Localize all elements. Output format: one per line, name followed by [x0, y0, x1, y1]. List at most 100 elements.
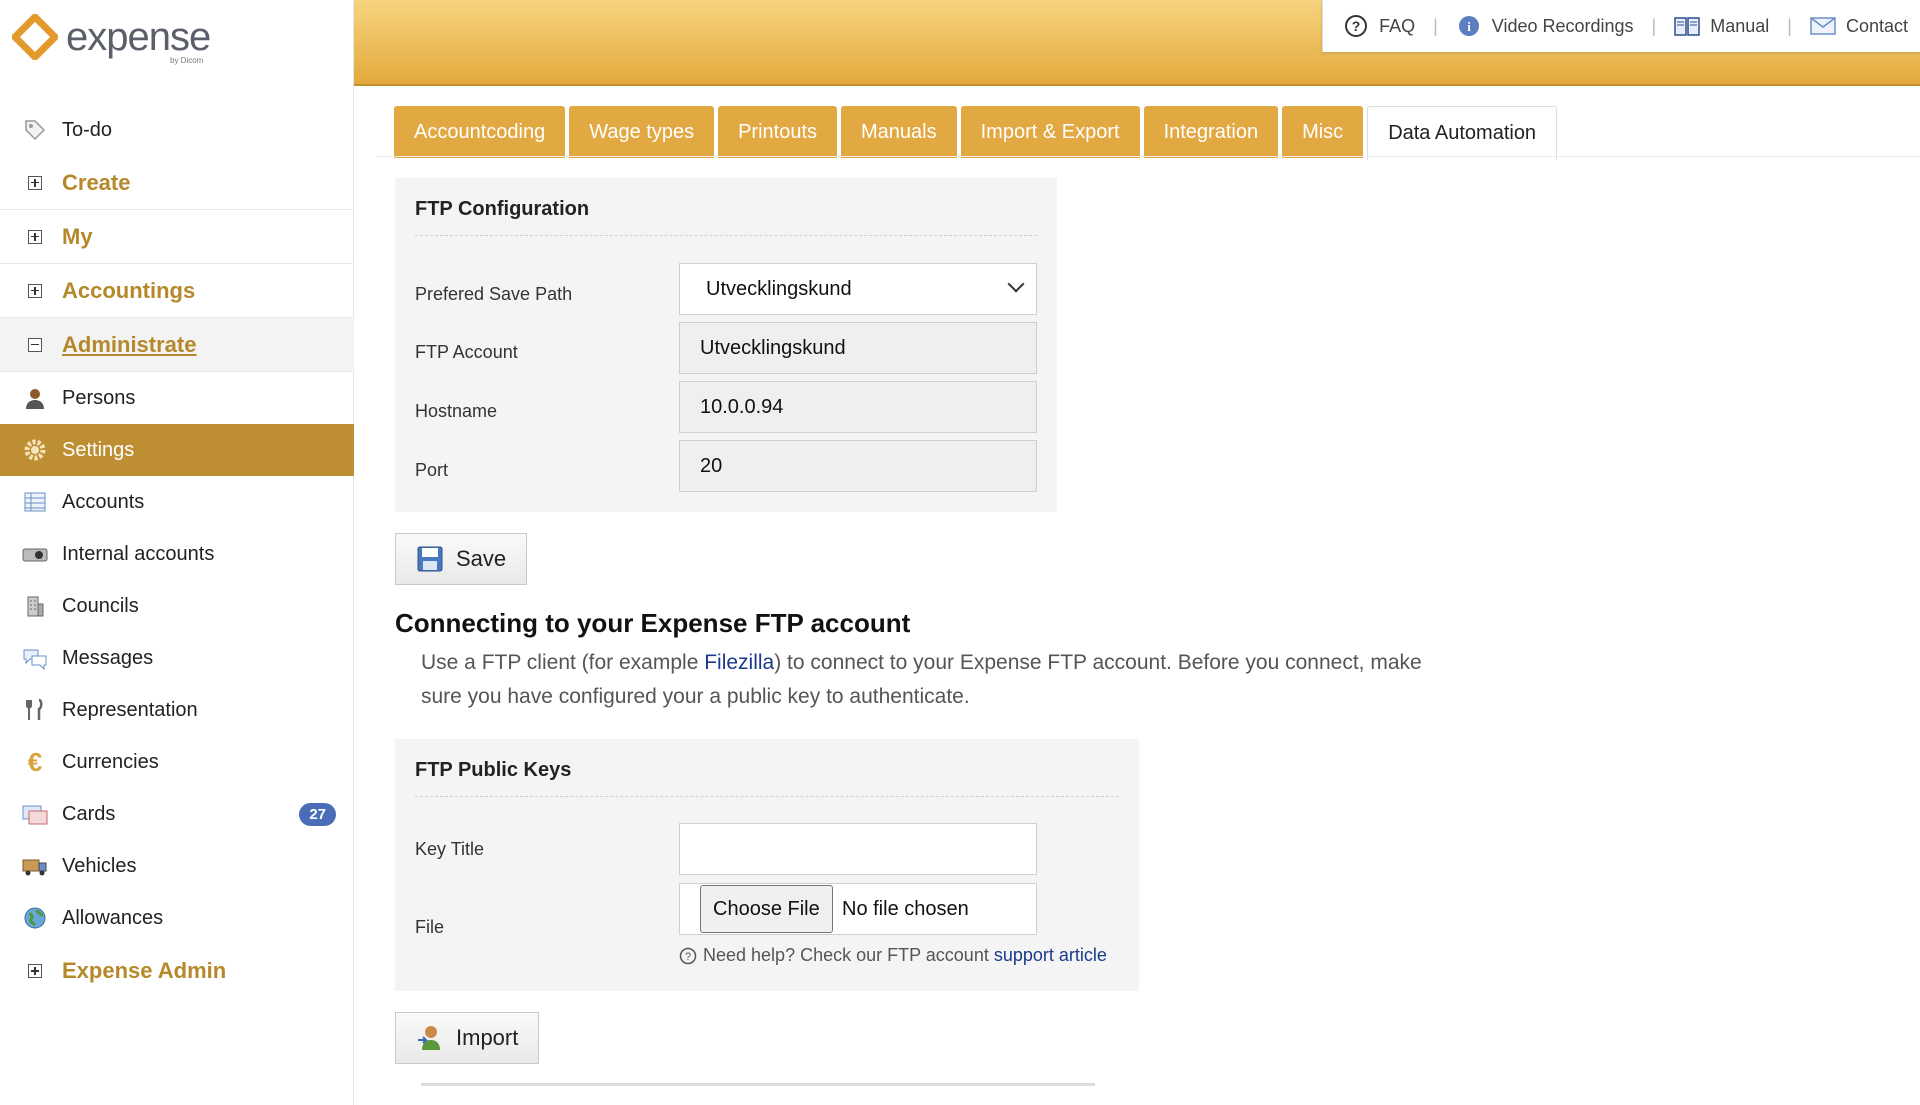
tab-wage-types[interactable]: Wage types [569, 106, 715, 158]
connect-text-before: Use a FTP client (for example [421, 651, 705, 674]
manual-link[interactable]: Manual [1674, 13, 1769, 39]
sidebar-item-label: Settings [62, 438, 135, 461]
tab-misc[interactable]: Misc [1282, 106, 1364, 158]
book-icon [1674, 13, 1700, 39]
sidebar-section-label: Accountings [62, 277, 196, 303]
logo-subtext: by Dicom [170, 56, 204, 65]
ftp-account-field: Utvecklingskund [679, 322, 1037, 374]
help-text-label: Need help? Check our FTP account [703, 945, 989, 965]
sidebar-item-label: Councils [62, 594, 139, 617]
table-icon [20, 487, 50, 517]
logo[interactable]: expense [12, 14, 211, 60]
tab-import-export[interactable]: Import & Export [960, 106, 1140, 158]
expand-icon [20, 276, 50, 306]
logo-text: expense [66, 15, 211, 59]
tab-accountcoding[interactable]: Accountcoding [394, 106, 566, 158]
expand-icon [20, 222, 50, 252]
gear-icon [20, 435, 50, 465]
sidebar-item-label: Messages [62, 646, 154, 669]
sidebar-item-messages[interactable]: Messages [0, 632, 354, 684]
chat-icon [20, 643, 50, 673]
ftp-account-label: FTP Account [415, 341, 518, 362]
ftp-configuration-panel: FTP Configuration Prefered Save Path Utv… [395, 178, 1057, 512]
svg-text:i: i [1467, 19, 1471, 34]
sidebar-item-vehicles[interactable]: Vehicles [0, 840, 354, 892]
manual-label: Manual [1710, 15, 1770, 36]
sidebar-item-representation[interactable]: Representation [0, 684, 354, 736]
settings-tabs: Accountcoding Wage types Printouts Manua… [394, 106, 1561, 160]
sidebar-item-cards[interactable]: Cards 27 [0, 788, 354, 840]
sidebar-item-persons[interactable]: Persons [0, 372, 354, 424]
sidebar-section-create[interactable]: Create [0, 156, 354, 210]
import-button[interactable]: Import [395, 1012, 540, 1064]
filezilla-link[interactable]: Filezilla [704, 651, 774, 674]
truck-icon [20, 851, 50, 881]
svg-text:?: ? [685, 951, 691, 963]
sidebar-section-my[interactable]: My [0, 210, 354, 264]
ftp-account-value: Utvecklingskund [700, 336, 846, 359]
connect-description: Use a FTP client (for example Filezilla)… [421, 646, 1441, 714]
sidebar-item-accounts[interactable]: Accounts [0, 476, 354, 528]
globe-icon [20, 903, 50, 933]
tab-integration[interactable]: Integration [1143, 106, 1279, 158]
divider-line [421, 1083, 1095, 1086]
sidebar-section-label: Create [62, 169, 131, 195]
sidebar-item-allowances[interactable]: Allowances [0, 892, 354, 944]
header-links: ? FAQ | i Video Recordings | Manual | Co… [1322, 0, 1920, 52]
save-path-select[interactable]: Utvecklingskund [679, 263, 1037, 315]
import-button-label: Import [456, 1025, 519, 1050]
hostname-label: Hostname [415, 400, 498, 421]
sidebar-item-label: Representation [62, 698, 198, 721]
collapse-icon [20, 330, 50, 360]
faq-label: FAQ [1379, 15, 1416, 36]
question-circle-icon: ? [679, 947, 697, 964]
tag-icon [20, 115, 50, 145]
sidebar-item-label: Internal accounts [62, 542, 215, 565]
info-icon: i [1456, 13, 1482, 39]
sidebar-item-label: Cards [62, 802, 116, 825]
sidebar-section-label: Expense Admin [62, 958, 227, 983]
port-field: 20 [679, 440, 1037, 492]
sidebar-item-settings[interactable]: Settings [0, 424, 354, 476]
support-article-link[interactable]: support article [994, 945, 1107, 966]
question-circle-icon: ? [1343, 13, 1369, 39]
sidebar-item-currencies[interactable]: € Currencies [0, 736, 354, 788]
ftp-configuration-title: FTP Configuration [415, 178, 1037, 236]
import-user-icon [418, 1026, 440, 1050]
port-label: Port [415, 459, 449, 480]
file-input[interactable]: Choose File No file chosen [679, 883, 1037, 935]
sidebar-section-accountings[interactable]: Accountings [0, 264, 354, 318]
contact-link[interactable]: Contact [1810, 13, 1908, 39]
sidebar-section-label: Administrate [62, 331, 197, 357]
expand-icon [20, 168, 50, 198]
choose-file-button[interactable]: Choose File [700, 885, 833, 933]
chevron-down-icon [1007, 275, 1025, 293]
file-label: File [415, 916, 445, 937]
building-icon [20, 591, 50, 621]
divider: | [1651, 15, 1657, 36]
person-icon [20, 383, 50, 413]
tab-data-automation[interactable]: Data Automation [1367, 106, 1558, 160]
card-icon [20, 799, 50, 829]
save-button-label: Save [456, 546, 507, 571]
connect-heading: Connecting to your Expense FTP account [395, 608, 911, 638]
tab-manuals[interactable]: Manuals [841, 106, 957, 158]
sidebar-item-councils[interactable]: Councils [0, 580, 354, 632]
floppy-disk-icon [417, 546, 443, 572]
ftp-public-keys-title: FTP Public Keys [415, 739, 1119, 797]
logo-icon [12, 14, 58, 60]
save-button[interactable]: Save [395, 533, 528, 585]
sidebar-section-administrate[interactable]: Administrate [0, 318, 354, 372]
faq-link[interactable]: ? FAQ [1343, 13, 1415, 39]
video-recordings-link[interactable]: i Video Recordings [1456, 13, 1634, 39]
sidebar-item-internal-accounts[interactable]: Internal accounts [0, 528, 354, 580]
key-title-input[interactable] [679, 823, 1037, 875]
hostname-value: 10.0.0.94 [700, 395, 784, 418]
sidebar-item-todo[interactable]: To-do [0, 104, 354, 156]
save-path-value: Utvecklingskund [706, 277, 852, 300]
tab-printouts[interactable]: Printouts [718, 106, 838, 158]
svg-text:?: ? [1352, 18, 1361, 34]
sidebar-section-expense-admin[interactable]: Expense Admin [0, 944, 354, 998]
sidebar: expense by Dicom To-do Create My Account… [0, 0, 354, 1105]
divider: | [1787, 15, 1792, 36]
